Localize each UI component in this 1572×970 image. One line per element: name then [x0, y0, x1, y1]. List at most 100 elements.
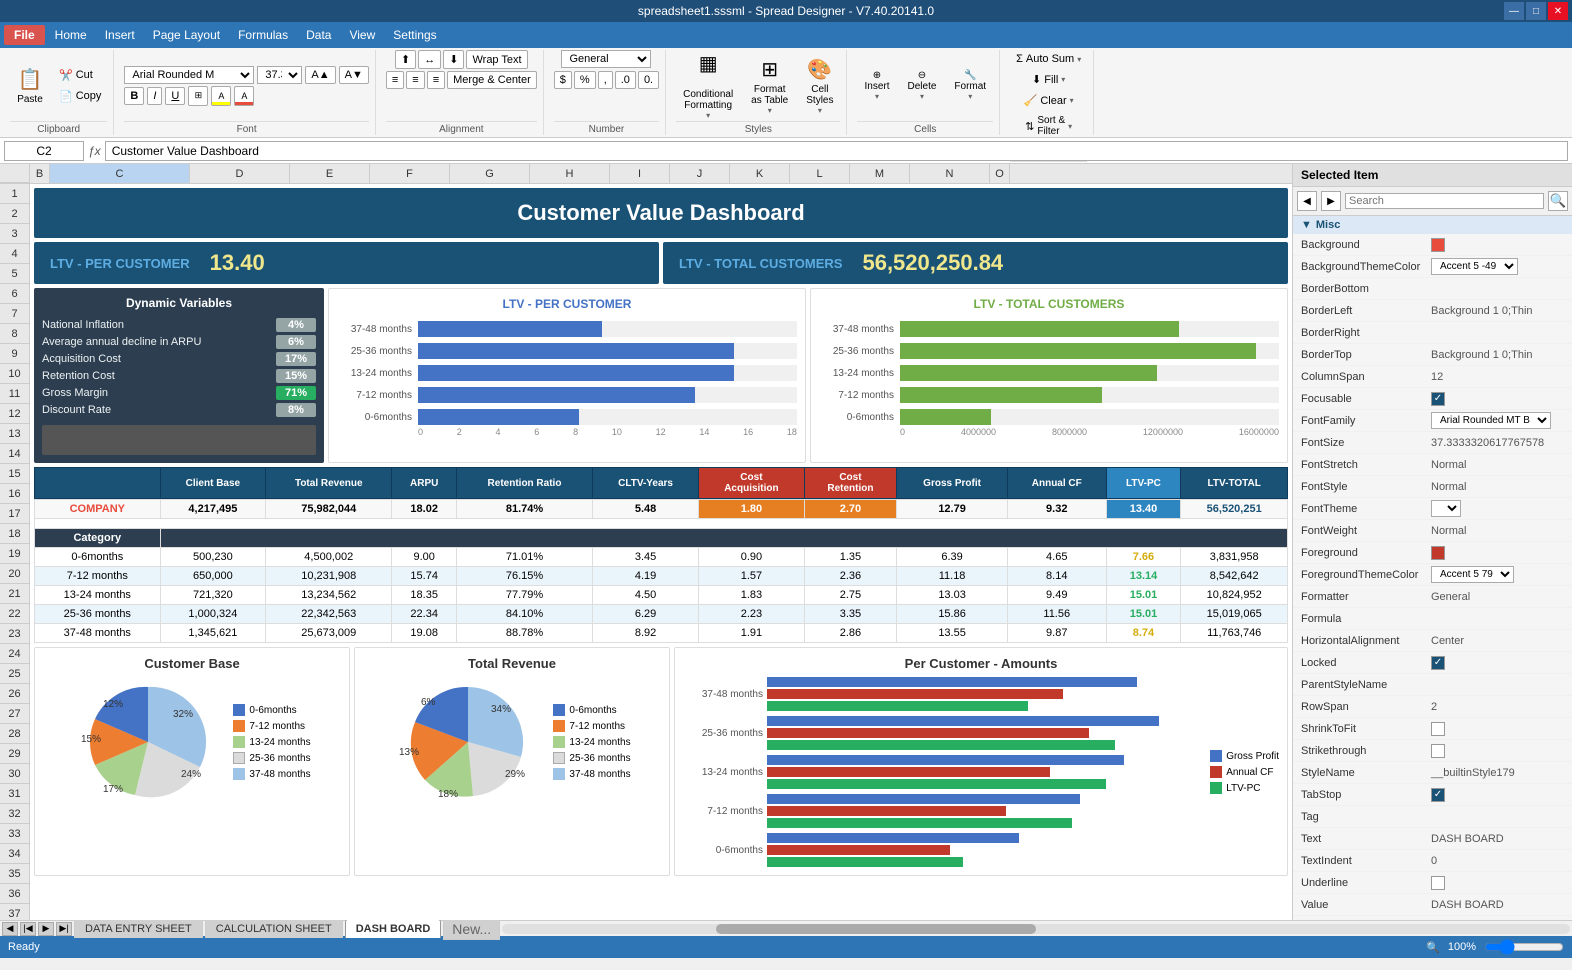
- font-family-prop-select[interactable]: Arial Rounded MT Bold: [1431, 412, 1551, 429]
- row-22[interactable]: 22: [0, 604, 30, 624]
- row-36[interactable]: 36: [0, 884, 30, 904]
- currency-button[interactable]: $: [554, 71, 572, 89]
- italic-button[interactable]: I: [147, 87, 162, 105]
- row-30[interactable]: 30: [0, 764, 30, 784]
- col-header-o[interactable]: O: [990, 164, 1010, 183]
- strikethrough-checkbox[interactable]: [1431, 744, 1445, 758]
- row-24[interactable]: 24: [0, 644, 30, 664]
- fill-button[interactable]: ⬇ Fill ▾: [1026, 70, 1071, 89]
- close-button[interactable]: ✕: [1548, 2, 1568, 20]
- row-32[interactable]: 32: [0, 804, 30, 824]
- align-left-button[interactable]: ≡: [386, 71, 404, 89]
- row-6[interactable]: 6: [0, 284, 30, 304]
- row-3[interactable]: 3: [0, 224, 30, 244]
- paste-button[interactable]: 📋 Paste: [10, 54, 50, 118]
- side-panel-back-button[interactable]: ◀: [1297, 191, 1317, 211]
- row-12[interactable]: 12: [0, 404, 30, 424]
- font-family-select[interactable]: Arial Rounded M: [124, 66, 254, 84]
- col-header-c[interactable]: C: [50, 164, 190, 183]
- locked-checkbox[interactable]: ✓: [1431, 656, 1445, 670]
- col-header-h[interactable]: H: [530, 164, 610, 183]
- number-format-select[interactable]: General: [561, 50, 651, 68]
- menu-formulas[interactable]: Formulas: [230, 25, 296, 45]
- zoom-slider[interactable]: [1484, 939, 1564, 955]
- font-decrease-button[interactable]: A▼: [339, 66, 369, 84]
- merge-center-button[interactable]: Merge & Center: [447, 71, 537, 89]
- fg-theme-color-select[interactable]: Accent 5 79: [1431, 566, 1514, 583]
- row-37[interactable]: 37: [0, 904, 30, 920]
- shrink-checkbox[interactable]: [1431, 722, 1445, 736]
- row-7[interactable]: 7: [0, 304, 30, 324]
- row-20[interactable]: 20: [0, 564, 30, 584]
- row-2[interactable]: 2: [0, 204, 30, 224]
- scroll-left-button[interactable]: ◀: [2, 922, 18, 936]
- menu-file[interactable]: File: [4, 25, 45, 45]
- tab-dash-board[interactable]: DASH BOARD: [345, 919, 442, 938]
- row-33[interactable]: 33: [0, 824, 30, 844]
- misc-collapse-icon[interactable]: ▼: [1301, 219, 1312, 231]
- maximize-button[interactable]: □: [1526, 2, 1546, 20]
- menu-home[interactable]: Home: [47, 25, 95, 45]
- row-9[interactable]: 9: [0, 344, 30, 364]
- row-31[interactable]: 31: [0, 784, 30, 804]
- wrap-text-button[interactable]: Wrap Text: [466, 50, 527, 69]
- scroll-right-button[interactable]: ▶: [38, 922, 54, 936]
- cut-button[interactable]: ✂️ Cut: [53, 66, 107, 85]
- menu-view[interactable]: View: [341, 25, 383, 45]
- row-19[interactable]: 19: [0, 544, 30, 564]
- row-15[interactable]: 15: [0, 464, 30, 484]
- row-18[interactable]: 18: [0, 524, 30, 544]
- row-4[interactable]: 4: [0, 244, 30, 264]
- row-28[interactable]: 28: [0, 724, 30, 744]
- col-header-i[interactable]: I: [610, 164, 670, 183]
- row-10[interactable]: 10: [0, 364, 30, 384]
- row-21[interactable]: 21: [0, 584, 30, 604]
- delete-button[interactable]: ⊖ Delete ▾: [901, 54, 944, 118]
- underline-checkbox[interactable]: [1431, 876, 1445, 890]
- row-23[interactable]: 23: [0, 624, 30, 644]
- format-as-table-button[interactable]: ⊞ Formatas Table ▾: [744, 54, 795, 118]
- format-button[interactable]: 🔧 Format ▾: [947, 54, 993, 118]
- row-25[interactable]: 25: [0, 664, 30, 684]
- scroll-last-button[interactable]: ▶|: [56, 922, 72, 936]
- row-27[interactable]: 27: [0, 704, 30, 724]
- row-17[interactable]: 17: [0, 504, 30, 524]
- fill-color-button[interactable]: A: [211, 86, 231, 106]
- menu-insert[interactable]: Insert: [97, 25, 143, 45]
- border-color-button[interactable]: ⊞: [188, 86, 208, 106]
- decimal-increase-button[interactable]: .0: [615, 71, 636, 89]
- minimize-button[interactable]: —: [1504, 2, 1524, 20]
- scroll-first-button[interactable]: |◀: [20, 922, 36, 936]
- percent-button[interactable]: %: [574, 71, 596, 89]
- col-header-j[interactable]: J: [670, 164, 730, 183]
- align-right-button[interactable]: ≡: [427, 71, 445, 89]
- font-size-select[interactable]: 37.3: [257, 66, 302, 84]
- tabstop-checkbox[interactable]: ✓: [1431, 788, 1445, 802]
- col-header-n[interactable]: N: [910, 164, 990, 183]
- col-header-m[interactable]: M: [850, 164, 910, 183]
- menu-settings[interactable]: Settings: [385, 25, 444, 45]
- side-panel-search[interactable]: [1345, 193, 1544, 209]
- row-29[interactable]: 29: [0, 744, 30, 764]
- align-top-button[interactable]: ⬆: [395, 50, 416, 69]
- font-theme-select[interactable]: [1431, 500, 1461, 517]
- sort-filter-button[interactable]: ⇅ Sort & Filter ▾: [1019, 112, 1078, 140]
- row-34[interactable]: 34: [0, 844, 30, 864]
- focusable-checkbox[interactable]: ✓: [1431, 392, 1445, 406]
- clear-button[interactable]: 🧹 Clear ▾: [1018, 91, 1080, 110]
- row-26[interactable]: 26: [0, 684, 30, 704]
- align-center-button[interactable]: ≡: [406, 71, 424, 89]
- align-bottom-button[interactable]: ⬇: [443, 50, 464, 69]
- side-panel-search-button[interactable]: 🔍: [1548, 191, 1568, 211]
- auto-sum-button[interactable]: Σ Auto Sum ▾: [1010, 50, 1087, 68]
- col-header-b[interactable]: B: [30, 164, 50, 183]
- foreground-color-swatch[interactable]: [1431, 546, 1445, 560]
- background-color-swatch[interactable]: [1431, 238, 1445, 252]
- col-header-e[interactable]: E: [290, 164, 370, 183]
- side-panel-nav-button[interactable]: ▶: [1321, 191, 1341, 211]
- copy-button[interactable]: 📄 Copy: [53, 87, 107, 106]
- font-color-button[interactable]: A: [234, 86, 254, 106]
- row-16[interactable]: 16: [0, 484, 30, 504]
- menu-page-layout[interactable]: Page Layout: [145, 25, 228, 45]
- col-header-l[interactable]: L: [790, 164, 850, 183]
